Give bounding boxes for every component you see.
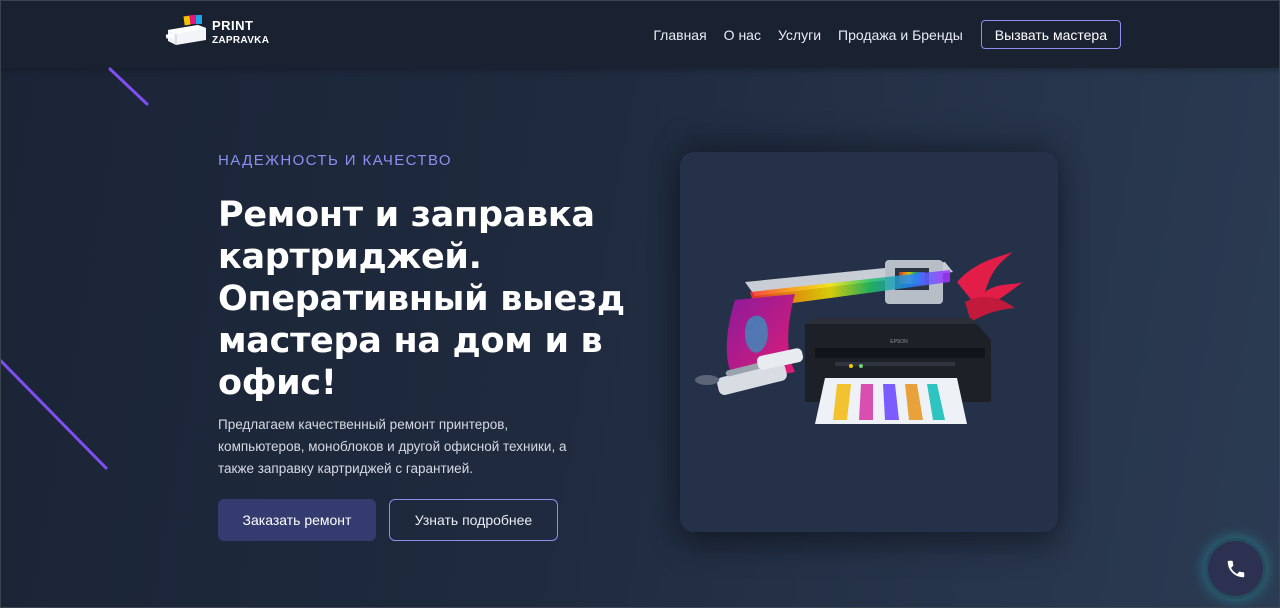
logo[interactable]: PRINT ZAPRAVKA <box>164 14 269 50</box>
decorative-line-top <box>108 67 149 106</box>
main-nav: Главная О нас Услуги Продажа и Бренды Вы… <box>636 20 1121 49</box>
site-header: PRINT ZAPRAVKA Главная О нас Услуги Прод… <box>0 0 1280 68</box>
order-repair-button[interactable]: Заказать ремонт <box>218 499 376 541</box>
logo-text-line2: ZAPRAVKA <box>212 35 270 46</box>
logo-text-line1: PRINT <box>212 18 254 33</box>
hero-image-card: EPSON <box>680 152 1058 532</box>
printer-illustration: EPSON <box>695 252 1023 424</box>
nav-link-about[interactable]: О нас <box>724 27 761 43</box>
nav-link-sales-brands[interactable]: Продажа и Бренды <box>838 27 963 43</box>
hero-title: Ремонт и заправка картриджей. Оперативны… <box>218 195 625 403</box>
nav-link-services[interactable]: Услуги <box>778 27 821 43</box>
floating-call-button[interactable] <box>1208 541 1263 596</box>
hero-description: Предлагаем качественный ремонт принтеров… <box>218 417 567 476</box>
decorative-line-left <box>0 358 108 470</box>
phone-icon <box>1227 560 1244 577</box>
call-master-button[interactable]: Вызвать мастера <box>980 20 1121 49</box>
printer-brand-label: EPSON <box>890 339 908 345</box>
hero-eyebrow: НАДЕЖНОСТЬ И КАЧЕСТВО <box>218 152 452 169</box>
learn-more-button[interactable]: Узнать подробнее <box>389 499 558 541</box>
nav-link-home[interactable]: Главная <box>653 27 706 43</box>
printer-logo-icon <box>165 14 206 45</box>
